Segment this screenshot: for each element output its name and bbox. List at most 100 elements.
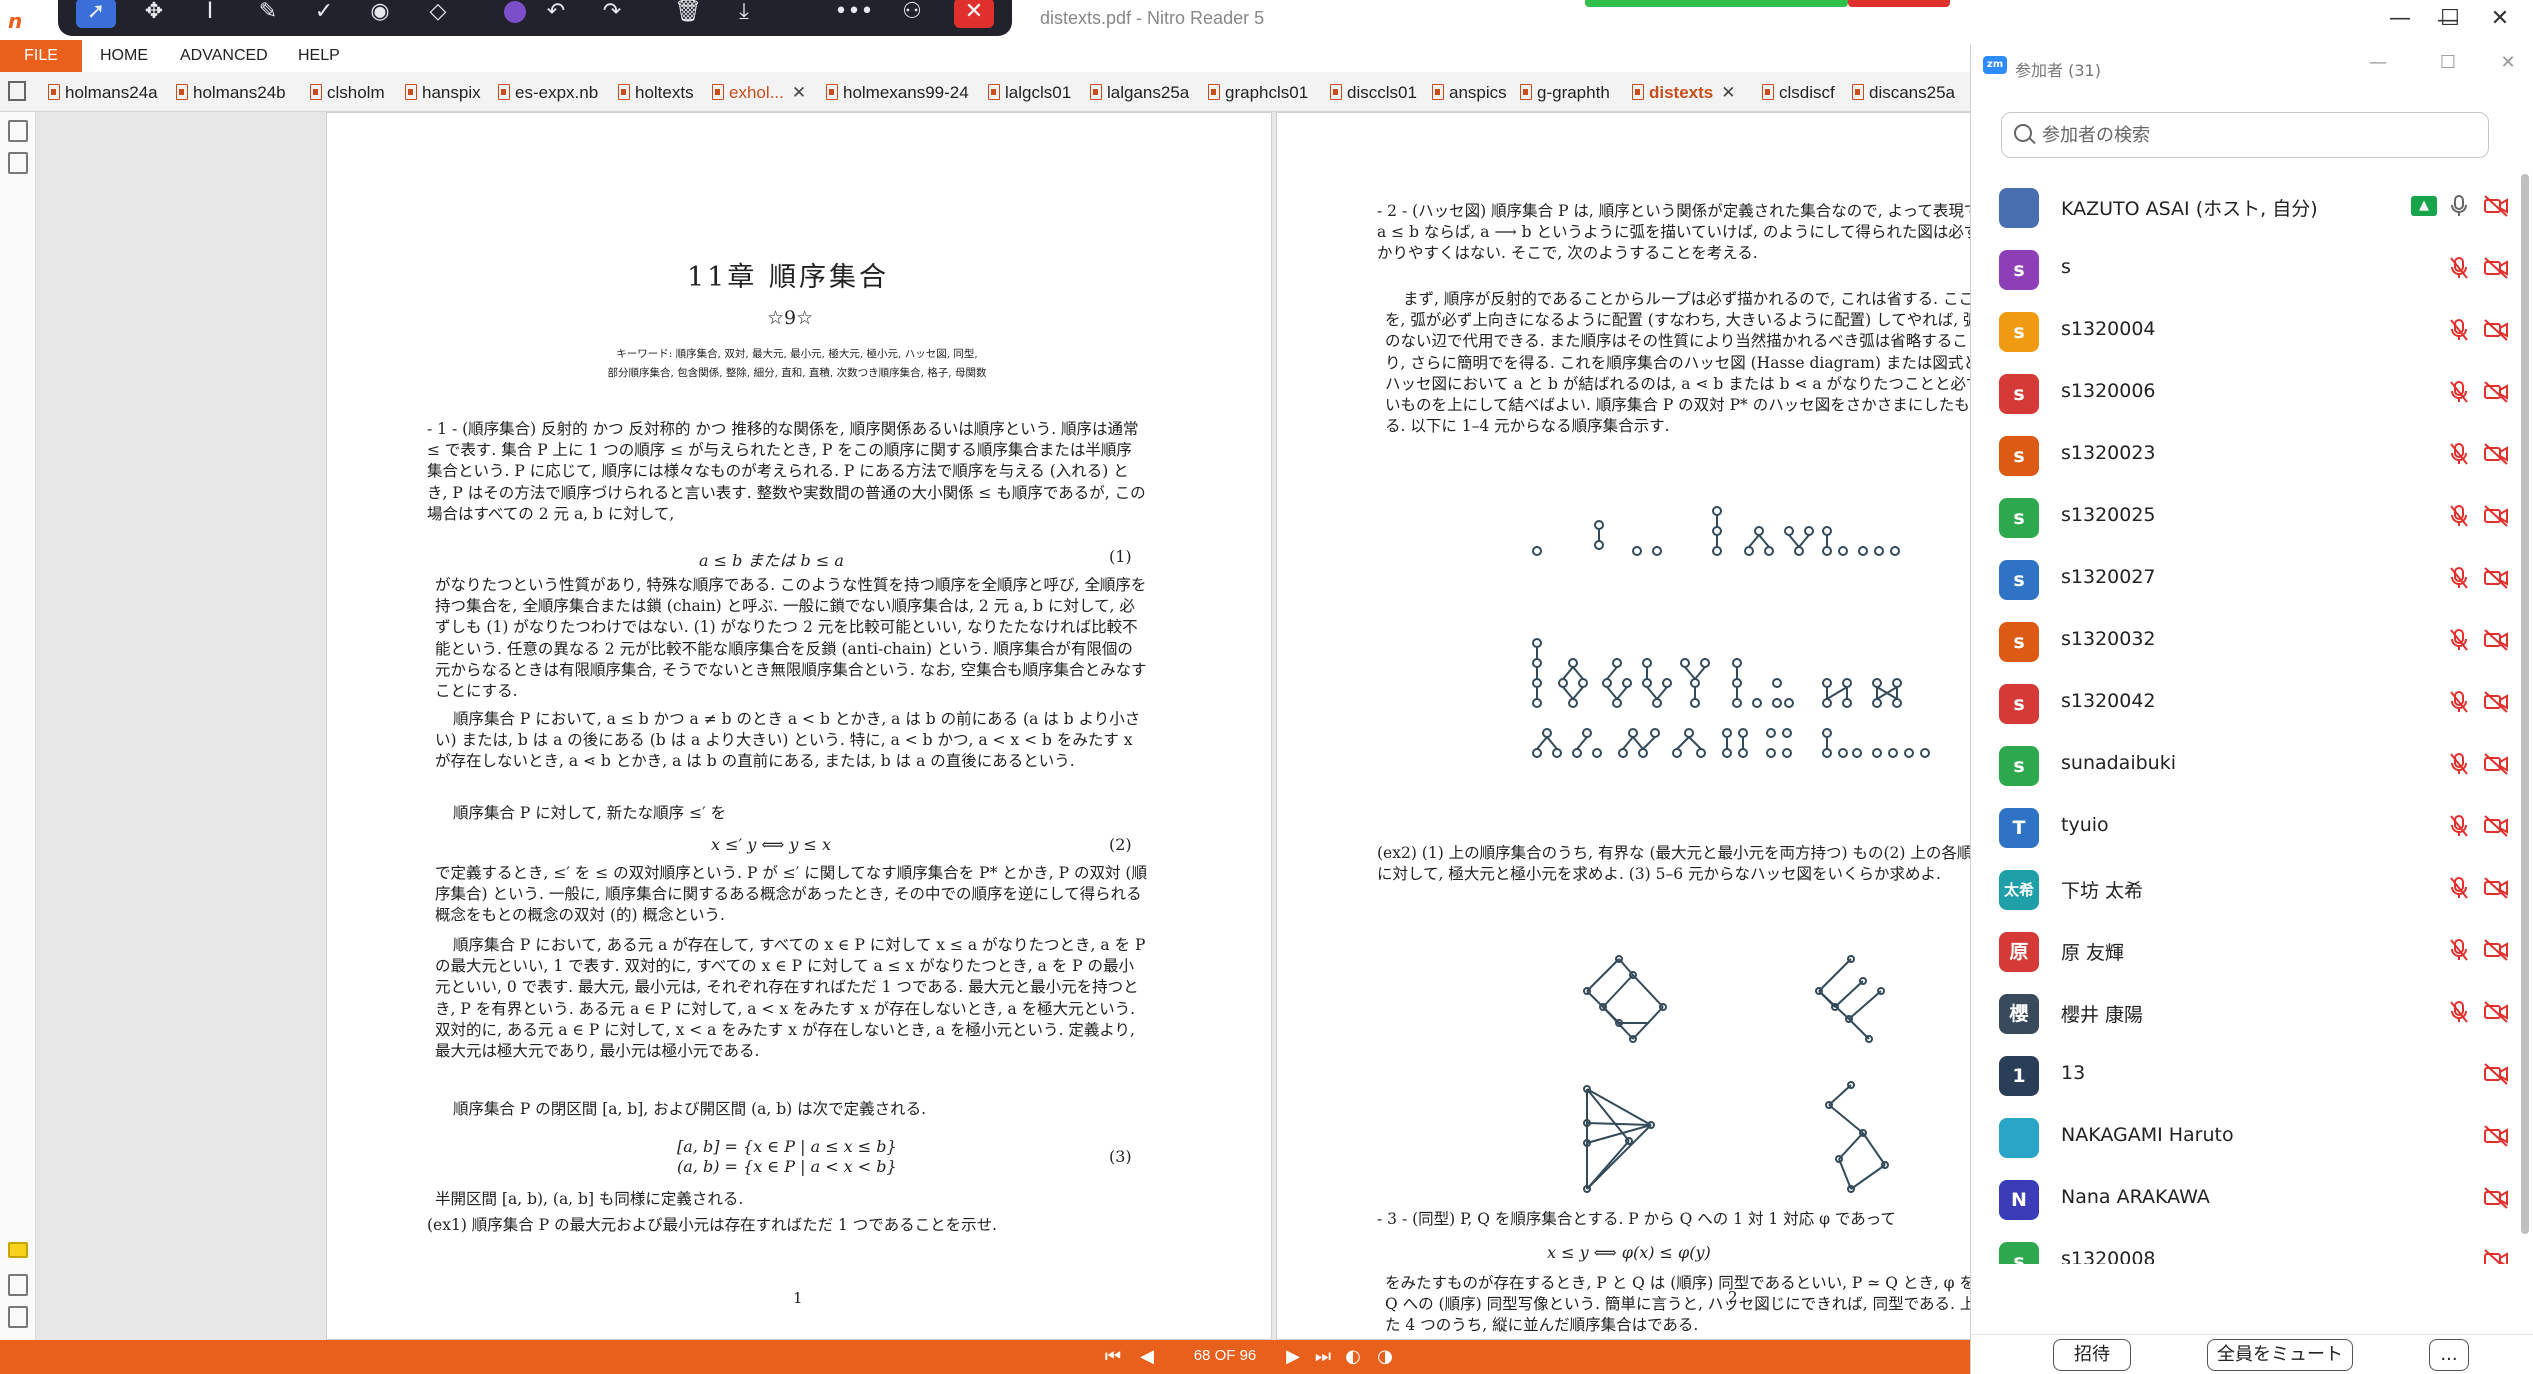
- mute-all-button[interactable]: 全員をミュート: [2207, 1339, 2353, 1371]
- mic-muted-icon[interactable]: [2449, 566, 2469, 590]
- video-off-icon[interactable]: [2483, 1000, 2509, 1024]
- video-off-icon[interactable]: [2483, 690, 2509, 714]
- menu-home[interactable]: HOME: [100, 47, 148, 65]
- bookmarks-panel-icon[interactable]: [8, 152, 28, 174]
- participant-row[interactable]: 原原 友輝: [1971, 918, 2516, 980]
- scroll-thumb[interactable]: [2521, 174, 2529, 1234]
- tab-document[interactable]: holmexans99-24: [826, 78, 969, 108]
- move-icon[interactable]: ✥: [134, 0, 174, 28]
- video-off-icon[interactable]: [2483, 380, 2509, 404]
- video-off-icon[interactable]: [2483, 194, 2509, 218]
- fields-icon[interactable]: [8, 1306, 28, 1328]
- document-viewport[interactable]: 11章 順序集合 ☆9☆ キーワード: 順序集合, 双対, 最大元, 最小元, …: [36, 112, 1970, 1340]
- participant-row[interactable]: 太希 下坊 太希: [1971, 856, 2516, 918]
- video-off-icon[interactable]: [2483, 1248, 2509, 1264]
- participant-row[interactable]: s s1320032: [1971, 608, 2516, 670]
- mic-muted-icon[interactable]: [2449, 1000, 2469, 1024]
- tab-document[interactable]: holtexts: [618, 78, 694, 108]
- mic-muted-icon[interactable]: [2449, 256, 2469, 280]
- tab-document[interactable]: hanspix: [405, 78, 481, 108]
- participant-row[interactable]: NAKAGAMI Haruto: [1971, 1104, 2516, 1166]
- purple-color-icon[interactable]: [504, 1, 526, 23]
- eraser-icon[interactable]: ◇: [418, 0, 458, 28]
- participant-row[interactable]: s s1320006: [1971, 360, 2516, 422]
- more-options-button[interactable]: ...: [2429, 1339, 2469, 1371]
- mic-muted-icon[interactable]: [2449, 504, 2469, 528]
- video-off-icon[interactable]: [2483, 318, 2509, 342]
- tab-document[interactable]: clsdiscf: [1762, 78, 1835, 108]
- tab-document[interactable]: es-expx.nb: [498, 78, 598, 108]
- participant-row[interactable]: s s1320042: [1971, 670, 2516, 732]
- undo-icon[interactable]: ↶: [536, 0, 576, 28]
- minimize-icon[interactable]: —: [2363, 52, 2393, 73]
- last-page-icon[interactable]: ⏭: [1310, 1345, 1336, 1369]
- participant-row[interactable]: s s1320027: [1971, 546, 2516, 608]
- video-off-icon[interactable]: [2483, 938, 2509, 962]
- tab-document[interactable]: lalgcls01: [988, 78, 1071, 108]
- participant-row[interactable]: KAZUTO ASAI (ホスト, 自分) ▲: [1971, 174, 2516, 236]
- tab-document[interactable]: holmans24a: [48, 78, 158, 108]
- tab-document[interactable]: anspics: [1432, 78, 1507, 108]
- menu-help[interactable]: HELP: [298, 47, 340, 65]
- nitro-minimize-button[interactable]: —: [2380, 2, 2420, 36]
- participant-row[interactable]: s s1320025: [1971, 484, 2516, 546]
- tab-document[interactable]: graphcls01: [1208, 78, 1308, 108]
- participant-search-input[interactable]: [2042, 121, 2472, 149]
- download-icon[interactable]: ⤓: [724, 0, 764, 28]
- video-off-icon[interactable]: [2483, 566, 2509, 590]
- more-icon[interactable]: •••: [834, 0, 874, 28]
- tab-close-icon[interactable]: ✕: [1721, 83, 1735, 102]
- participant-row[interactable]: s sunadaibuki: [1971, 732, 2516, 794]
- prev-page-icon[interactable]: ◀: [1134, 1345, 1160, 1369]
- back-icon[interactable]: ◐: [1340, 1345, 1366, 1369]
- redo-icon[interactable]: ↷: [592, 0, 632, 28]
- menu-file[interactable]: FILE: [0, 40, 82, 72]
- nitro-maximize-button[interactable]: ☐: [2430, 2, 2470, 36]
- tab-document[interactable]: discans25a: [1852, 78, 1955, 108]
- first-page-icon[interactable]: ⏮: [1100, 1345, 1126, 1369]
- participant-row[interactable]: s s1320023: [1971, 422, 2516, 484]
- menu-advanced[interactable]: ADVANCED: [180, 47, 268, 65]
- participant-row[interactable]: 1 13: [1971, 1042, 2516, 1104]
- video-off-icon[interactable]: [2483, 1062, 2509, 1086]
- maximize-icon[interactable]: ☐: [2433, 52, 2463, 73]
- mic-icon[interactable]: [2449, 194, 2469, 218]
- video-off-icon[interactable]: [2483, 256, 2509, 280]
- participant-row[interactable]: ss: [1971, 236, 2516, 298]
- video-off-icon[interactable]: [2483, 628, 2509, 652]
- mic-muted-icon[interactable]: [2449, 442, 2469, 466]
- participant-list-scrollbar[interactable]: [2519, 174, 2531, 1264]
- mic-muted-icon[interactable]: [2449, 318, 2469, 342]
- participant-row[interactable]: 櫻櫻井 康陽: [1971, 980, 2516, 1042]
- mic-muted-icon[interactable]: [2449, 814, 2469, 838]
- tab-document[interactable]: holmans24b: [176, 78, 286, 108]
- video-off-icon[interactable]: [2483, 752, 2509, 776]
- tab-close-icon[interactable]: ✕: [792, 83, 806, 102]
- video-off-icon[interactable]: [2483, 1124, 2509, 1148]
- mic-muted-icon[interactable]: [2449, 938, 2469, 962]
- video-off-icon[interactable]: [2483, 504, 2509, 528]
- stamp-icon[interactable]: ◉: [360, 0, 400, 28]
- forward-icon[interactable]: ◑: [1372, 1345, 1398, 1369]
- video-off-icon[interactable]: [2483, 442, 2509, 466]
- participant-row[interactable]: N Nana ARAKAWA: [1971, 1166, 2516, 1228]
- video-off-icon[interactable]: [2483, 1186, 2509, 1210]
- pages-panel-icon[interactable]: [8, 120, 28, 142]
- mic-muted-icon[interactable]: [2449, 628, 2469, 652]
- video-off-icon[interactable]: [2483, 814, 2509, 838]
- close-icon[interactable]: ✕: [954, 0, 994, 28]
- video-off-icon[interactable]: [2483, 876, 2509, 900]
- participant-list[interactable]: KAZUTO ASAI (ホスト, 自分) ▲ s s s s1320004 s s13200…: [1971, 174, 2516, 1264]
- mic-muted-icon[interactable]: [2449, 876, 2469, 900]
- tab-document[interactable]: clsholm: [310, 78, 385, 108]
- comments-icon[interactable]: [8, 1242, 28, 1258]
- tab-document-active[interactable]: distexts ✕: [1632, 78, 1736, 108]
- tab-document[interactable]: g-graphth: [1520, 78, 1610, 108]
- tab-list-icon[interactable]: [8, 81, 26, 101]
- pen-icon[interactable]: ✎: [248, 0, 288, 28]
- mic-muted-icon[interactable]: [2449, 380, 2469, 404]
- attachments-icon[interactable]: [8, 1274, 28, 1296]
- share-screen-icon[interactable]: ▲: [2411, 196, 2437, 216]
- mic-muted-icon[interactable]: [2449, 690, 2469, 714]
- participant-row[interactable]: s s1320008: [1971, 1228, 2516, 1264]
